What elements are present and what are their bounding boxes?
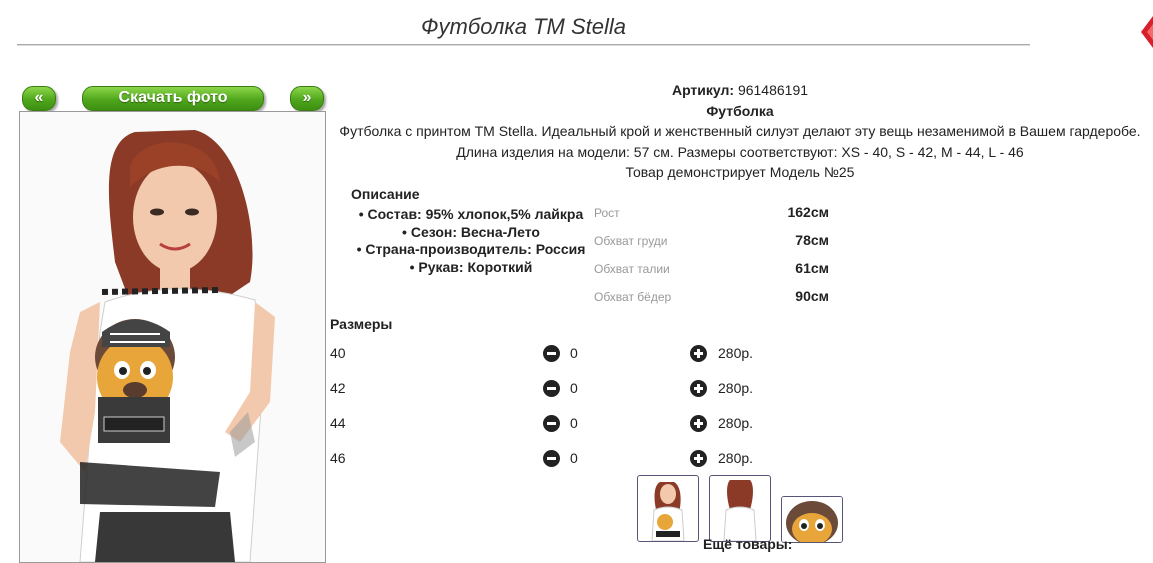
title-divider [17,44,1030,46]
page-title: Футболка TM Stella [421,14,626,39]
article-label: Артикул: [671,82,735,98]
size-row: 42 0 280р. [330,380,790,400]
description-title: Описание [351,186,420,202]
minus-icon[interactable] [543,380,560,397]
sizes-title: Размеры [330,316,393,332]
size-label: 40 [330,345,346,361]
description-item: Состав: 95% хлопок,5% лайкра [330,206,612,224]
thumbnail-back[interactable] [709,475,771,542]
thumbnail-front[interactable] [637,475,699,542]
price-value: 280р. [718,380,754,396]
measurement-label: Обхват бёдер [594,290,672,304]
size-label: 42 [330,380,346,396]
minus-icon[interactable] [543,345,560,362]
size-label: 44 [330,415,346,431]
measurement-row: Обхват бёдер 90см [594,288,834,316]
description-item: Страна-производитель: Россия [330,241,612,259]
product-info: Артикул: 961486191 Футболка Футболка с п… [330,80,1150,183]
plus-icon[interactable] [690,450,707,467]
description-list: Состав: 95% хлопок,5% лайкра Сезон: Весн… [330,206,612,276]
quantity-value: 0 [570,380,578,396]
plus-icon[interactable] [690,415,707,432]
thumbnail-back-image [723,480,757,541]
measurement-value: 162см [787,204,829,220]
quantity-value: 0 [570,345,578,361]
quantity-value: 0 [570,450,578,466]
model-illustration [60,130,275,562]
description-item: Сезон: Весна-Лето [330,224,612,242]
size-row: 44 0 280р. [330,415,790,435]
measurement-row: Обхват талии 61см [594,260,834,288]
quantity-value: 0 [570,415,578,431]
size-row: 46 0 280р. [330,450,790,470]
close-icon[interactable] [1141,16,1153,48]
size-row: 40 0 280р. [330,345,790,365]
product-description: Футболка с принтом TM Stella. Идеальный … [339,123,1141,139]
prev-photo-button[interactable]: « [22,86,56,111]
plus-icon[interactable] [690,380,707,397]
article-line: Артикул: 961486191 [330,80,1150,101]
description-item: Рукав: Короткий [330,259,612,277]
thumbnail-front-image [651,482,685,541]
measurement-row: Рост 162см [594,204,834,232]
product-type: Футболка [706,102,774,119]
product-photo[interactable] [19,111,326,563]
size-label: 46 [330,450,346,466]
more-products-label: Ещё товары: [703,536,793,552]
download-photo-button[interactable]: Скачать фото [82,86,264,111]
minus-icon[interactable] [543,415,560,432]
measurement-label: Обхват талии [594,262,670,276]
article-value: 961486191 [737,82,809,98]
measurement-value: 61см [795,260,829,276]
measurement-label: Обхват груди [594,234,668,248]
price-value: 280р. [718,450,754,466]
measurement-row: Обхват груди 78см [594,232,834,260]
measurement-value: 90см [795,288,829,304]
minus-icon[interactable] [543,450,560,467]
plus-icon[interactable] [690,345,707,362]
measurement-label: Рост [594,206,620,220]
measurement-value: 78см [795,232,829,248]
model-measurements: Рост 162см Обхват груди 78см Обхват тали… [594,204,834,316]
next-photo-button[interactable]: » [290,86,324,111]
price-value: 280р. [718,415,754,431]
product-length-info: Длина изделия на модели: 57 см. Размеры … [456,143,1024,160]
price-value: 280р. [718,345,754,361]
model-info: Товар демонстрирует Модель №25 [625,164,855,180]
